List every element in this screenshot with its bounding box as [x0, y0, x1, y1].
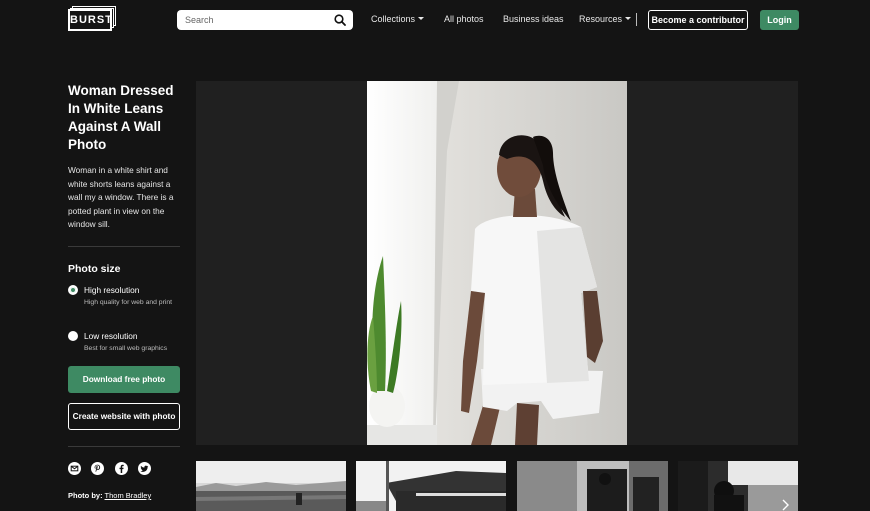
- related-photo-thumbnail[interactable]: [517, 461, 668, 511]
- next-arrow-icon[interactable]: [781, 498, 791, 511]
- email-icon[interactable]: [68, 462, 81, 475]
- sidebar-divider: [68, 246, 180, 247]
- chevron-down-icon: [418, 17, 425, 20]
- logo-text: BURST: [68, 9, 112, 31]
- option-high-resolution[interactable]: High resolution High quality for web and…: [68, 285, 180, 319]
- become-contributor-button[interactable]: Become a contributor: [648, 10, 748, 30]
- create-website-button[interactable]: Create website with photo: [68, 403, 180, 430]
- login-button[interactable]: Login: [760, 10, 799, 30]
- related-photo-thumbnail[interactable]: [678, 461, 798, 511]
- option-sublabel: Best for small web graphics: [84, 345, 168, 352]
- thumbnail-image: [678, 461, 798, 511]
- photo-by-label: Photo by:: [68, 491, 103, 500]
- photo-size-heading: Photo size: [68, 263, 121, 275]
- nav-resources[interactable]: Resources: [579, 14, 632, 24]
- twitter-icon[interactable]: [138, 462, 152, 475]
- sidebar-divider: [68, 446, 180, 447]
- photo-description: Woman in a white shirt and white shorts …: [68, 165, 174, 230]
- search-icon[interactable]: [334, 14, 346, 26]
- thumbnail-image: [517, 461, 668, 511]
- photo-credit: Photo by: Thom Bradley: [68, 491, 151, 500]
- download-free-photo-button[interactable]: Download free photo: [68, 366, 180, 393]
- photographer-link[interactable]: Thom Bradley: [105, 491, 152, 500]
- search-box: [177, 10, 353, 30]
- search-input[interactable]: [185, 10, 335, 30]
- related-photo-thumbnail[interactable]: [196, 461, 346, 511]
- nav-business-ideas[interactable]: Business ideas: [503, 14, 564, 24]
- photo-illustration: [367, 81, 627, 445]
- nav-all-photos[interactable]: All photos: [444, 14, 484, 24]
- option-label: Low resolution: [84, 331, 138, 341]
- pinterest-icon[interactable]: [91, 462, 105, 475]
- burst-logo[interactable]: BURST: [68, 6, 116, 31]
- radio-unselected[interactable]: [68, 331, 78, 341]
- thumbnail-image: [356, 461, 506, 511]
- photo-details-sidebar: Woman Dressed In White Leans Against A W…: [68, 82, 180, 232]
- chevron-down-icon: [625, 17, 632, 20]
- facebook-icon[interactable]: [114, 462, 128, 475]
- share-icons: [68, 462, 157, 475]
- thumbnail-image: [196, 461, 346, 511]
- nav-collections[interactable]: Collections: [371, 14, 425, 24]
- site-header: BURST Collections All photos Business id…: [0, 0, 870, 40]
- nav-divider: [636, 13, 637, 26]
- radio-selected[interactable]: [68, 285, 78, 295]
- nav-collections-label: Collections: [371, 14, 416, 24]
- option-sublabel: High quality for web and print: [84, 299, 173, 306]
- option-low-resolution[interactable]: Low resolution Best for small web graphi…: [68, 331, 180, 355]
- main-photo[interactable]: [367, 81, 627, 445]
- option-label: High resolution: [84, 285, 140, 295]
- photo-viewer: [196, 81, 798, 445]
- photo-title: Woman Dressed In White Leans Against A W…: [68, 83, 174, 152]
- related-photo-thumbnail[interactable]: [356, 461, 506, 511]
- nav-resources-label: Resources: [579, 14, 623, 24]
